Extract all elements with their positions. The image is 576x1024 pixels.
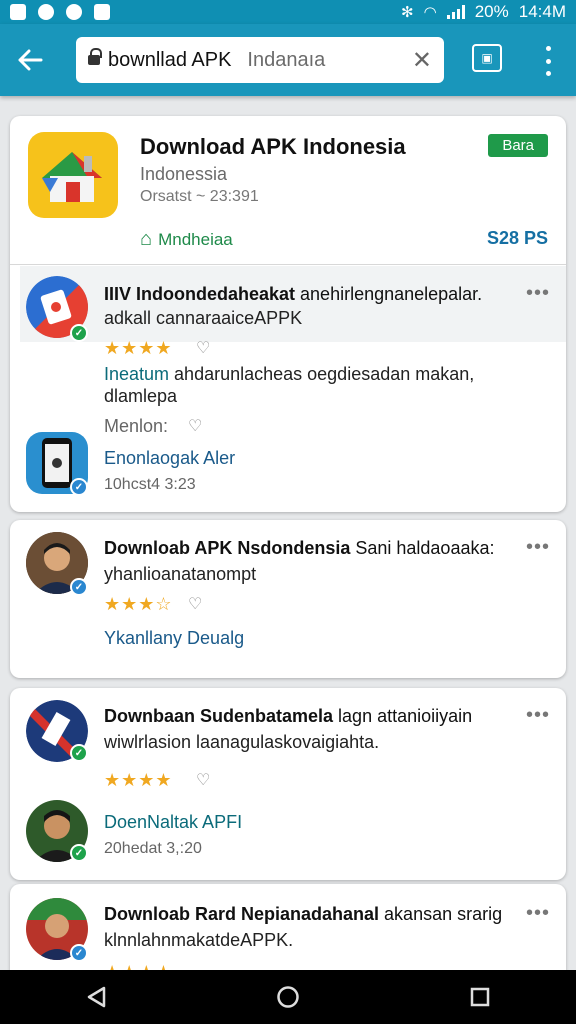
verified-icon: ✓: [70, 944, 88, 962]
search-field[interactable]: bownllad APK Indanaıa ✕: [76, 37, 444, 83]
lock-icon: [88, 48, 102, 67]
nav-back-button[interactable]: [76, 977, 116, 1017]
system-nav-bar: [0, 970, 576, 1024]
search-query: bownllad APK: [108, 48, 232, 71]
verified-icon: ✓: [70, 478, 88, 496]
author-name: Enonlaogak Aler: [104, 448, 236, 468]
review-title: IIIV Indoondedaheakat anehirlengnanelepa…: [104, 284, 483, 304]
verified-icon: ✓: [70, 578, 88, 596]
app-logo-icon[interactable]: [28, 132, 118, 218]
wifi-icon: ◠: [423, 4, 437, 21]
author-name: Ykanllany Deualg: [104, 628, 245, 648]
more-options-icon[interactable]: •••: [526, 704, 550, 727]
timestamp: 20hedat 3,:20: [104, 840, 202, 857]
author-name: DoenNaltak APFI: [104, 812, 243, 832]
verified-icon: ✓: [70, 744, 88, 762]
app-meta: Orsatst ~ 23:391: [140, 188, 259, 205]
rating-stars: ★★★☆: [104, 594, 173, 614]
like-icon[interactable]: ♡: [188, 594, 202, 614]
developer-name: Mndheiaa: [158, 229, 233, 249]
sync-notification-icon: [66, 4, 82, 20]
reply-icon[interactable]: ♡: [188, 416, 202, 436]
app-subtitle: Indonessia: [140, 164, 228, 184]
more-options-icon[interactable]: •••: [526, 902, 550, 925]
signal-icon: [446, 5, 465, 19]
like-icon[interactable]: ♡: [196, 770, 210, 790]
review-subtitle: yhanlioanatanompt: [104, 564, 257, 584]
app-card: Download APK Indonesia Indonessia Orsats…: [10, 116, 566, 512]
search-hint: Indanaıa: [247, 48, 326, 71]
review-title: Downbaan Sudenbatamela lagn attanioiiyai…: [104, 706, 473, 726]
clock: 14:4M: [518, 2, 566, 21]
more-options-icon[interactable]: •••: [526, 536, 550, 559]
status-bar: ✻ ◠ 20% 14:4M: [0, 0, 576, 24]
app-toolbar: bownllad APK Indanaıa ✕ ▣: [0, 24, 576, 96]
rating-stars: ★★★★: [104, 770, 173, 790]
tab-switcher-icon[interactable]: ▣: [472, 44, 502, 72]
review-body: Ineatum ahdarunlacheas oegdiesadan makan…: [104, 364, 475, 384]
nav-recents-icon: [470, 987, 490, 1007]
arrow-left-icon: [18, 49, 43, 71]
divider: [10, 264, 566, 265]
review-subtitle: wiwlrlasion laanagulaskovaigiahta.: [104, 732, 380, 752]
image-notification-icon: [10, 4, 26, 20]
review-subtitle: klnnlahnmakatdeAPPK.: [104, 930, 294, 950]
review-title: Downloab APK Nsdondensia Sani haldaoaaka…: [104, 538, 495, 558]
nav-back-icon: [87, 986, 106, 1008]
review-body-continued: dlamlepa: [104, 386, 178, 406]
nav-home-button[interactable]: [268, 977, 308, 1017]
nav-recents-button[interactable]: [460, 977, 500, 1017]
battery-level: 20%: [474, 2, 509, 21]
review-card[interactable]: ✓ Downbaan Sudenbatamela lagn attanioiiy…: [10, 688, 566, 880]
timestamp: 10hcst4 3:23: [104, 476, 196, 493]
verified-icon: ✓: [70, 324, 88, 342]
price-label: S28 PS: [486, 228, 548, 248]
review-card[interactable]: ✓ Downloab APK Nsdondensia Sani haldaoaa…: [10, 520, 566, 678]
developer-link[interactable]: ⌂ Mndheiaa: [140, 228, 233, 251]
like-icon[interactable]: ♡: [196, 338, 210, 358]
status-badge[interactable]: Bara: [488, 134, 548, 157]
app-title: Download APK Indonesia: [140, 134, 406, 159]
review-subtitle: adkall cannaraaiceAPPK: [104, 308, 303, 328]
building-icon: ⌂: [140, 228, 153, 250]
back-button[interactable]: [0, 30, 60, 90]
more-vert-icon[interactable]: [538, 46, 558, 76]
review-card[interactable]: ✓ Downloab Rard Nepianadahanal akansan s…: [10, 884, 566, 984]
more-options-icon[interactable]: •••: [526, 282, 550, 305]
review-title: Downloab Rard Nepianadahanal akansan sra…: [104, 904, 503, 924]
nav-home-icon: [277, 986, 299, 1008]
clear-icon[interactable]: ✕: [412, 46, 432, 75]
record-notification-icon: [38, 4, 54, 20]
mention-label: Menlon:: [104, 416, 169, 436]
app-header: Download APK Indonesia Indonessia Orsats…: [10, 116, 566, 264]
bluetooth-icon: ✻: [401, 4, 414, 21]
verified-icon: ✓: [70, 844, 88, 862]
rating-stars: ★★★★: [104, 338, 173, 358]
chart-notification-icon: [94, 4, 110, 20]
